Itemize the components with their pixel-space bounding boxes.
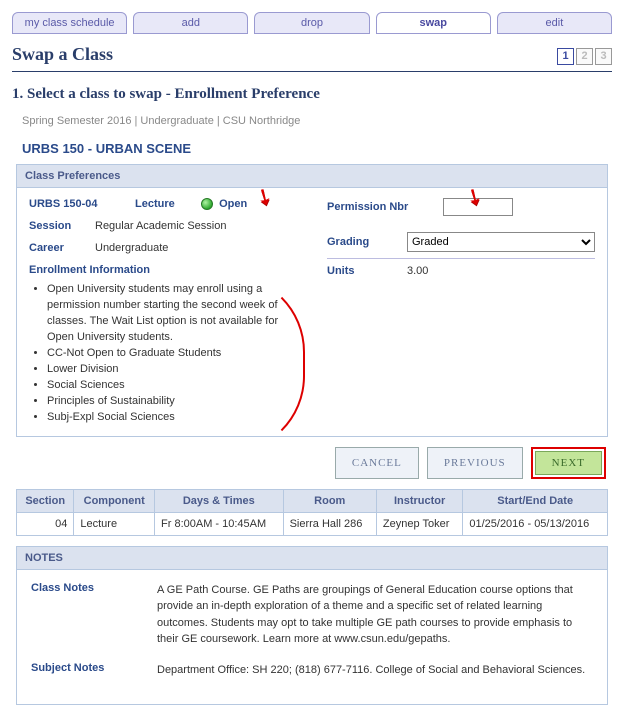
schedule-table: Section Component Days & Times Room Inst… bbox=[16, 489, 608, 536]
career-value: Undergraduate bbox=[95, 242, 168, 254]
col-section: Section bbox=[17, 489, 74, 512]
status-open-icon bbox=[201, 198, 213, 210]
permission-nbr-label: Permission Nbr bbox=[327, 201, 437, 213]
step-1: 1 bbox=[557, 48, 574, 65]
tab-add[interactable]: add bbox=[133, 12, 248, 34]
status-open: Open bbox=[201, 198, 247, 210]
col-instructor: Instructor bbox=[376, 489, 462, 512]
cell-dates: 01/25/2016 - 05/13/2016 bbox=[463, 512, 608, 535]
list-item: Principles of Sustainability bbox=[47, 394, 297, 410]
units-value: 3.00 bbox=[407, 265, 428, 277]
list-item: Lower Division bbox=[47, 362, 297, 378]
tab-swap[interactable]: swap bbox=[376, 12, 491, 34]
cell-days-times: Fr 8:00AM - 10:45AM bbox=[155, 512, 284, 535]
subject-notes-label: Subject Notes bbox=[31, 662, 141, 679]
session-label: Session bbox=[29, 220, 89, 232]
col-room: Room bbox=[283, 489, 376, 512]
class-notes-label: Class Notes bbox=[31, 582, 141, 648]
permission-nbr-input[interactable] bbox=[443, 198, 513, 216]
section-heading: 1. Select a class to swap - Enrollment P… bbox=[12, 86, 612, 103]
annotation-highlight: Next bbox=[531, 447, 606, 479]
next-button[interactable]: Next bbox=[535, 451, 602, 475]
tab-my-class-schedule[interactable]: my class schedule bbox=[12, 12, 127, 34]
cancel-button[interactable]: Cancel bbox=[335, 447, 419, 479]
subject-notes-text: Department Office: SH 220; (818) 677-711… bbox=[157, 662, 585, 679]
grading-select[interactable]: Graded bbox=[407, 232, 595, 252]
tab-drop[interactable]: drop bbox=[254, 12, 369, 34]
page-title-row: Swap a Class 1 2 3 bbox=[12, 44, 612, 72]
list-item: Subj-Expl Social Sciences bbox=[47, 410, 297, 426]
notes-panel: NOTES Class Notes A GE Path Course. GE P… bbox=[16, 546, 608, 706]
class-heading: URBS 150 - URBAN SCENE bbox=[22, 141, 612, 156]
cell-room: Sierra Hall 286 bbox=[283, 512, 376, 535]
component-label: Lecture bbox=[135, 198, 195, 210]
list-item: Social Sciences bbox=[47, 378, 297, 394]
list-item: CC-Not Open to Graduate Students bbox=[47, 346, 297, 362]
table-row: 04 Lecture Fr 8:00AM - 10:45AM Sierra Ha… bbox=[17, 512, 608, 535]
units-label: Units bbox=[327, 265, 397, 277]
career-label: Career bbox=[29, 242, 89, 254]
nav-tabs: my class schedule add drop swap edit bbox=[12, 12, 612, 34]
col-component: Component bbox=[74, 489, 155, 512]
class-preferences-panel: Class Preferences ➘ ➘ URBS 150-04 Lectur… bbox=[16, 164, 608, 437]
class-notes-text: A GE Path Course. GE Paths are groupings… bbox=[157, 582, 593, 648]
session-value: Regular Academic Session bbox=[95, 220, 226, 232]
tab-edit[interactable]: edit bbox=[497, 12, 612, 34]
previous-button[interactable]: Previous bbox=[427, 447, 523, 479]
grading-label: Grading bbox=[327, 236, 397, 248]
context-line: Spring Semester 2016 | Undergraduate | C… bbox=[22, 115, 612, 127]
class-preferences-header: Class Preferences bbox=[17, 165, 607, 188]
class-section-link[interactable]: URBS 150-04 bbox=[29, 198, 129, 210]
status-open-text: Open bbox=[219, 198, 247, 210]
step-indicator: 1 2 3 bbox=[557, 48, 612, 65]
step-2: 2 bbox=[576, 48, 593, 65]
enrollment-info-list: Open University students may enroll usin… bbox=[47, 282, 297, 425]
col-days-times: Days & Times bbox=[155, 489, 284, 512]
notes-header: NOTES bbox=[17, 547, 607, 570]
col-start-end: Start/End Date bbox=[463, 489, 608, 512]
enrollment-info-title: Enrollment Information bbox=[29, 264, 297, 276]
cell-instructor: Zeynep Toker bbox=[376, 512, 462, 535]
page-title: Swap a Class bbox=[12, 44, 113, 65]
step-3: 3 bbox=[595, 48, 612, 65]
list-item: Open University students may enroll usin… bbox=[47, 282, 297, 346]
cell-section: 04 bbox=[17, 512, 74, 535]
action-buttons: Cancel Previous Next bbox=[12, 447, 606, 479]
cell-component: Lecture bbox=[74, 512, 155, 535]
